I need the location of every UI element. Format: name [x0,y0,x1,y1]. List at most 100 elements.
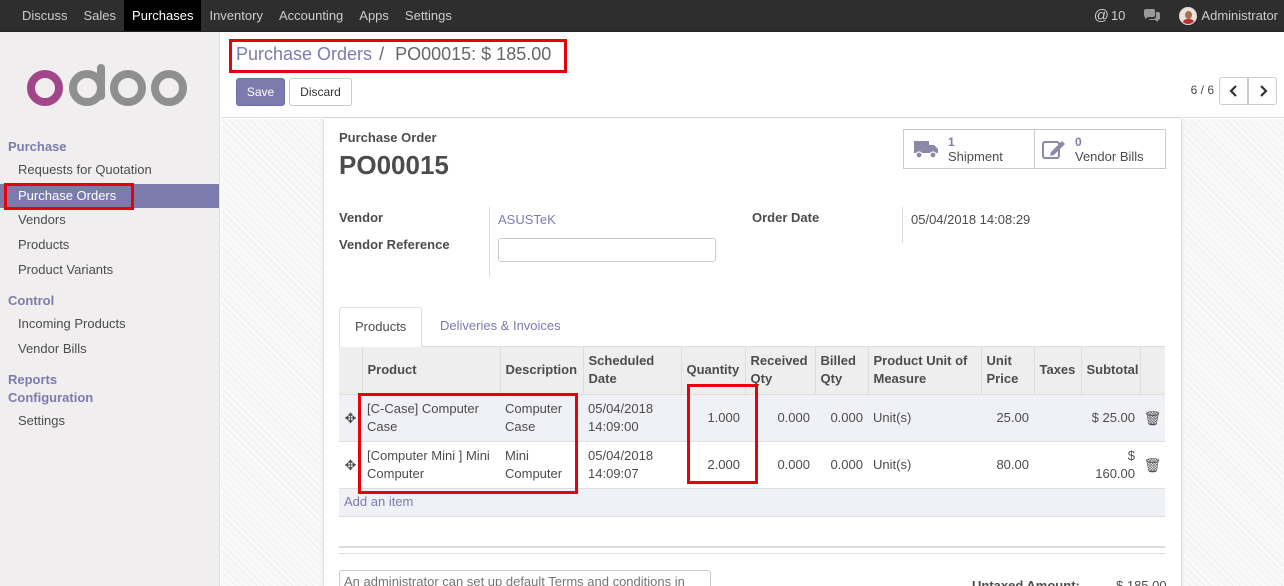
trash-icon[interactable]: 🗑 [1140,440,1165,488]
truck-icon [914,141,938,159]
column-header-subtotal[interactable]: Subtotal [1081,347,1141,394]
order-date-label: Order Date [752,210,820,225]
control-panel: Purchase Orders / PO00015: $ 185.00 Save… [221,32,1284,118]
column-header-uom[interactable]: Product Unit of Measure [868,347,982,394]
cell-taxes[interactable] [1034,440,1081,488]
terms-conditions-field[interactable] [339,570,711,586]
sidebar-item-incoming-products[interactable]: Incoming Products [0,312,219,336]
field-separator-2 [902,207,903,243]
sidebar-item-vendor-bills[interactable]: Vendor Bills [0,337,219,361]
add-item-link[interactable]: Add an item [344,494,413,509]
sidebar-item-products[interactable]: Products [0,233,219,257]
drag-handle-icon[interactable]: ✥ [339,393,362,441]
cell-uom[interactable]: Unit(s) [868,440,981,488]
vendor-bills-count: 0 [1075,134,1082,149]
delete-header [1140,347,1165,394]
cell-description[interactable]: Computer Case [500,393,583,441]
add-line-cell: Add an item [339,487,1165,517]
chat-button[interactable] [1143,8,1161,23]
pager-previous-button[interactable] [1219,77,1248,105]
cell-received-qty: 0.000 [745,440,815,488]
menu-purchases[interactable]: Purchases [124,0,202,31]
menu-apps[interactable]: Apps [351,0,397,31]
column-header-billed-qty[interactable]: Billed Qty [815,347,869,394]
menu-sales[interactable]: Sales [76,0,125,31]
breadcrumb: Purchase Orders / PO00015: $ 185.00 [236,44,551,65]
pager-value: 6 / 6 [1190,83,1214,97]
breadcrumb-purchase-orders[interactable]: Purchase Orders [236,44,372,64]
menu-discuss[interactable]: Discuss [14,0,76,31]
cell-description[interactable]: Mini Computer [500,440,583,488]
cell-unit-price[interactable]: 80.00 [981,440,1034,488]
cell-unit-price[interactable]: 25.00 [981,393,1034,441]
user-menu[interactable]: Administrator [1179,6,1278,25]
vendor-reference-input[interactable] [498,238,716,262]
cell-received-qty: 0.000 [745,393,815,441]
cell-quantity[interactable]: 1.000 [681,393,745,441]
discard-button[interactable]: Discard [289,78,352,106]
odoo-logo[interactable] [24,64,194,112]
column-header-product[interactable]: Product [362,347,501,394]
pager-next-button[interactable] [1248,77,1277,105]
vendor-bills-smart-button[interactable]: 0 Vendor Bills [1034,129,1166,169]
menu-inventory[interactable]: Inventory [201,0,270,31]
breadcrumb-separator: / [379,44,385,64]
column-header-received-qty[interactable]: Received Qty [745,347,816,394]
order-lines-table: Product Description Scheduled Date Quant… [339,347,1165,517]
document-title: PO00015 [339,150,449,180]
column-header-quantity[interactable]: Quantity [681,347,746,394]
cell-quantity[interactable]: 2.000 [681,440,745,488]
cell-scheduled-date[interactable]: 05/04/2018 14:09:07 [583,440,681,488]
cell-scheduled-date[interactable]: 05/04/2018 14:09:00 [583,393,681,441]
table-row[interactable]: ✥ [Computer Mini ] Mini Computer Mini Co… [339,440,1165,488]
mentions-count: 10 [1110,8,1126,23]
tab-products[interactable]: Products [339,307,423,348]
cell-product[interactable]: [C-Case] Computer Case [362,393,500,441]
document-type-label: Purchase Order [339,130,437,145]
cell-subtotal: $ 25.00 [1081,393,1140,441]
sidebar-section-reports[interactable]: Reports [8,372,57,387]
table-header-row: Product Description Scheduled Date Quant… [339,347,1165,394]
sidebar-section-purchase: Purchase [8,139,67,154]
vendor-label: Vendor [339,210,384,225]
cell-product[interactable]: [Computer Mini ] Mini Computer [362,440,500,488]
sidebar: Purchase Requests for Quotation Purchase… [0,32,220,586]
vendor-bills-label: Vendor Bills [1075,148,1144,164]
menu-settings[interactable]: Settings [397,0,460,31]
menu-accounting[interactable]: Accounting [271,0,351,31]
cell-billed-qty: 0.000 [815,440,868,488]
breadcrumb-current: PO00015: $ 185.00 [395,44,552,64]
main-menu: Discuss Sales Purchases Inventory Accoun… [14,0,460,31]
systray: @ 10 Administrator [1076,0,1278,31]
column-header-description[interactable]: Description [500,347,584,394]
vendor-reference-label: Vendor Reference [339,237,450,252]
sidebar-item-requests-for-quotation[interactable]: Requests for Quotation [0,158,219,182]
sidebar-item-vendors[interactable]: Vendors [0,208,219,232]
notebook-tabs: Products Deliveries & Invoices [339,307,1165,348]
cell-subtotal: $ 160.00 [1081,440,1140,488]
sidebar-item-settings[interactable]: Settings [0,409,219,433]
drag-handle-icon[interactable]: ✥ [339,440,362,488]
cell-taxes[interactable] [1034,393,1081,441]
mentions-button[interactable]: @ 10 [1094,7,1126,24]
add-line-row: Add an item [339,487,1165,517]
cell-uom[interactable]: Unit(s) [868,393,981,441]
save-button[interactable]: Save [236,78,285,106]
sidebar-item-product-variants[interactable]: Product Variants [0,258,219,282]
chevron-right-icon [1259,85,1268,97]
vendor-field[interactable]: ASUSTeK [498,212,556,227]
shipment-smart-button[interactable]: 1 Shipment [903,129,1035,169]
column-header-taxes[interactable]: Taxes [1034,347,1082,394]
sidebar-section-configuration: Configuration [8,390,94,405]
column-header-scheduled-date[interactable]: Scheduled Date [583,347,682,394]
untaxed-amount-value: $ 185.00 [1116,578,1167,586]
trash-icon[interactable]: 🗑 [1140,393,1165,441]
table-row[interactable]: ✥ [C-Case] Computer Case Computer Case 0… [339,393,1165,441]
order-date-field[interactable]: 05/04/2018 14:08:29 [911,212,1030,227]
at-icon: @ [1093,7,1109,24]
tab-deliveries-invoices[interactable]: Deliveries & Invoices [425,307,576,347]
edit-icon [1042,141,1065,159]
column-header-unit-price[interactable]: Unit Price [981,347,1035,394]
sidebar-item-purchase-orders[interactable]: Purchase Orders [0,184,219,208]
shipment-count: 1 [948,134,955,149]
